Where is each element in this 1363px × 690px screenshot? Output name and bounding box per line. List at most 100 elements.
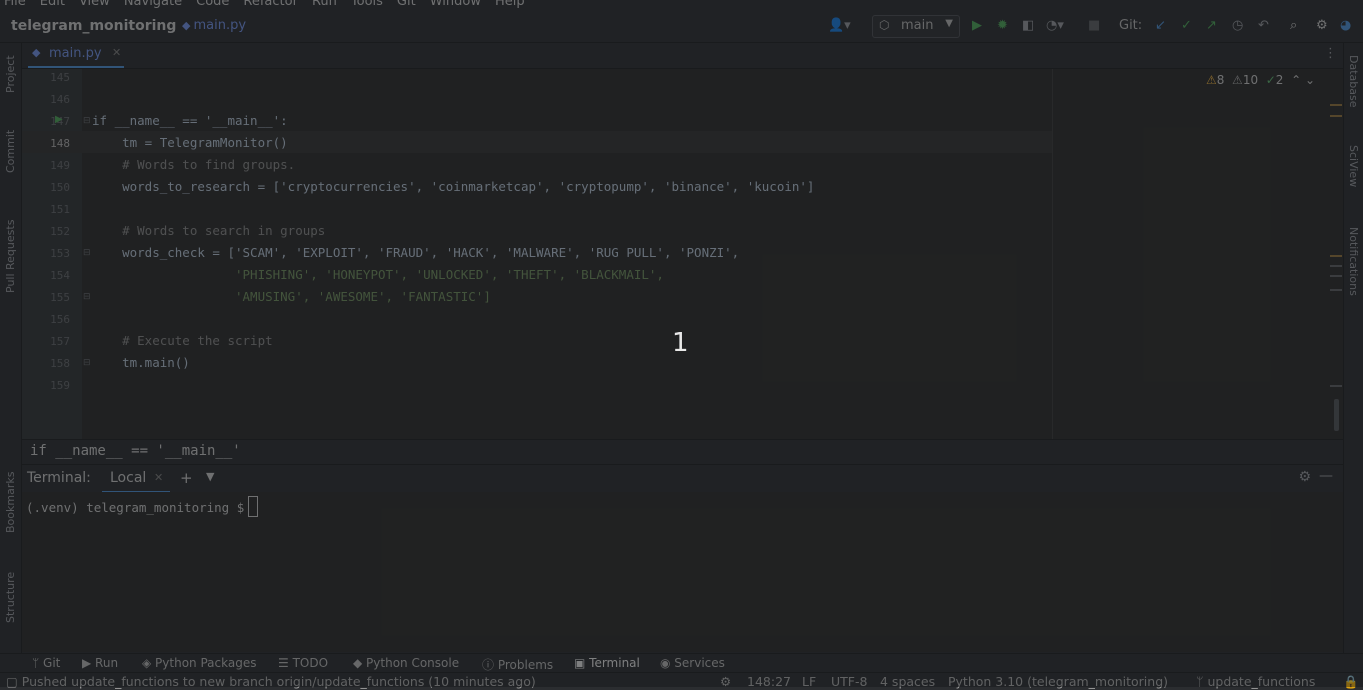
error-stripe-mark[interactable] [1330, 104, 1342, 106]
editor-tab-main-py[interactable]: ◆ main.py ✕ [28, 43, 124, 68]
stop-icon[interactable]: ■ [1088, 18, 1100, 33]
terminal-prompt[interactable]: (.venv) telegram_monitoring $ [26, 496, 259, 517]
tool-tab-todo[interactable]: ☰ TODO [278, 656, 328, 670]
tool-window-database[interactable]: Database [1347, 55, 1360, 108]
menu-window[interactable]: Window [430, 0, 481, 9]
python-file-icon: ◆ [182, 19, 191, 32]
fold-marker-icon[interactable]: ⊟ [83, 292, 91, 302]
terminal-panel[interactable]: (.venv) telegram_monitoring $ [22, 492, 1343, 652]
git-push-icon[interactable]: ↗ [1206, 18, 1217, 33]
tool-window-bookmarks[interactable]: Bookmarks [4, 472, 17, 533]
inspection-widget[interactable]: ⚠8 ⚠10 ✓2 ⌃ ⌄ [1206, 73, 1315, 87]
rollback-icon[interactable]: ↶ [1258, 18, 1269, 33]
code-line[interactable]: words_to_research = ['cryptocurrencies',… [92, 179, 814, 194]
status-bar: ▢ Pushed update_functions to new branch … [0, 672, 1363, 690]
run-config-selector[interactable]: ⬡ main ▼ [872, 15, 960, 38]
fold-marker-icon[interactable]: ⊟ [83, 116, 91, 126]
lock-icon[interactable]: 🔒 [1343, 674, 1359, 690]
code-line[interactable]: # Execute the script [92, 333, 273, 348]
error-stripe-mark[interactable] [1330, 255, 1342, 257]
code-line[interactable]: words_check = ['SCAM', 'EXPLOIT', 'FRAUD… [92, 245, 739, 260]
menu-code[interactable]: Code [196, 0, 229, 9]
code-line[interactable]: 'AMUSING', 'AWESOME', 'FANTASTIC'] [92, 289, 491, 304]
tool-window-structure[interactable]: Structure [4, 572, 17, 623]
git-history-icon[interactable]: ◷ [1232, 18, 1243, 33]
code-line[interactable]: # Words to search in groups [92, 223, 325, 238]
error-stripe-mark[interactable] [1330, 265, 1342, 267]
user-icon[interactable]: 👤▾ [828, 18, 851, 33]
code-line[interactable]: if __name__ == '__main__': [92, 113, 288, 128]
new-terminal-plus-icon[interactable]: + [180, 469, 193, 487]
menu-view[interactable]: View [79, 0, 110, 9]
navigation-toolbar: telegram_monitoring ◆ main.py 👤▾ ⬡ main ▼… [0, 14, 1363, 43]
line-number: 150 [50, 181, 70, 194]
breadcrumb-item[interactable]: if __name__ == '__main__' [30, 443, 241, 459]
git-label: Git: [1119, 18, 1143, 33]
right-tool-strip: Database SciView Notifications [1343, 43, 1363, 653]
debug-icon[interactable]: ✹ [997, 18, 1008, 33]
more-vertical-icon[interactable]: ⋮ [1324, 46, 1337, 61]
run-icon[interactable]: ▶ [972, 18, 982, 33]
code-line[interactable]: tm = TelegramMonitor() [92, 135, 288, 150]
menu-file[interactable]: File [4, 0, 26, 9]
editor-scrollbar[interactable] [1334, 399, 1339, 431]
error-stripe-mark[interactable] [1330, 275, 1342, 277]
minimize-icon[interactable]: — [1319, 468, 1333, 484]
fold-marker-icon[interactable]: ⊟ [83, 358, 91, 368]
editor-tab-row: ◆ main.py ✕ ⋮ [22, 43, 1343, 69]
coverage-icon[interactable]: ◧ [1022, 18, 1034, 33]
line-number: 153 [50, 247, 70, 260]
tool-tab-problems[interactable]: ⓘ Problems [482, 656, 553, 673]
chevron-down-icon[interactable]: ⌄ [1305, 73, 1315, 87]
tool-tab-terminal[interactable]: ▣ Terminal [564, 653, 650, 672]
tool-window-project[interactable]: Project [4, 55, 17, 93]
code-line[interactable]: tm.main() [92, 355, 190, 370]
code-line[interactable]: 'PHISHING', 'HONEYPOT', 'UNLOCKED', 'THE… [92, 267, 664, 282]
ide-logo-icon[interactable]: ◕ [1340, 18, 1351, 33]
tool-window-commit[interactable]: Commit [4, 130, 17, 173]
menu-refactor[interactable]: Refactor [243, 0, 298, 9]
menu-run[interactable]: Run [312, 0, 337, 9]
close-icon[interactable]: ✕ [112, 46, 121, 59]
menu-edit[interactable]: Edit [40, 0, 65, 9]
current-file-breadcrumb[interactable]: ◆ main.py [182, 18, 246, 33]
error-stripe-mark[interactable] [1330, 385, 1342, 387]
tool-window-notifications[interactable]: Notifications [1347, 227, 1360, 296]
tool-tab-run[interactable]: ▶ Run [82, 656, 118, 670]
terminal-tab-local[interactable]: Local ✕ [102, 465, 170, 493]
run-gutter-icon[interactable]: ▶ [55, 114, 63, 125]
search-icon[interactable]: ⌕ [1290, 18, 1297, 33]
line-number: 154 [50, 269, 70, 282]
code-editor[interactable]: 145 146 147 148 149 150 151 152 153 154 … [22, 69, 1343, 439]
line-number: 149 [50, 159, 70, 172]
chevron-up-icon[interactable]: ⌃ [1291, 73, 1301, 87]
step-number-badge: 1 [672, 328, 689, 358]
chevron-down-icon[interactable]: ▼ [206, 470, 214, 483]
python-icon: ◆ [353, 656, 367, 670]
tool-tab-python-console[interactable]: ◆ Python Console [353, 656, 459, 670]
code-line[interactable]: # Words to find groups. [92, 157, 295, 172]
menu-help[interactable]: Help [495, 0, 525, 9]
tool-tab-services[interactable]: ◉ Services [660, 656, 725, 670]
tool-tab-python-packages[interactable]: ◈ Python Packages [142, 656, 256, 670]
tool-window-pull-requests[interactable]: Pull Requests [4, 220, 17, 293]
line-number: 151 [50, 203, 70, 216]
project-name[interactable]: telegram_monitoring [11, 18, 176, 34]
fold-marker-icon[interactable]: ⊟ [83, 248, 91, 258]
close-icon[interactable]: ✕ [154, 471, 163, 484]
profile-icon[interactable]: ◔▾ [1046, 18, 1064, 33]
menu-navigate[interactable]: Navigate [124, 0, 182, 9]
menu-tools[interactable]: Tools [351, 0, 383, 9]
tool-tab-git[interactable]: ᛘ Git [32, 656, 60, 670]
settings-gear-icon[interactable]: ⚙ [1316, 18, 1328, 33]
menu-git[interactable]: Git [397, 0, 416, 9]
git-commit-icon[interactable]: ✓ [1181, 18, 1192, 33]
terminal-header: Terminal: Local ✕ + ▼ ⚙ — [22, 464, 1343, 493]
error-stripe-mark[interactable] [1330, 115, 1342, 117]
line-number: 155 [50, 291, 70, 304]
python-config-icon: ⬡ [879, 18, 890, 32]
git-update-icon[interactable]: ↙ [1155, 18, 1166, 33]
settings-gear-icon[interactable]: ⚙ [1298, 469, 1311, 485]
error-stripe-mark[interactable] [1330, 289, 1342, 291]
tool-window-sciview[interactable]: SciView [1347, 145, 1360, 187]
